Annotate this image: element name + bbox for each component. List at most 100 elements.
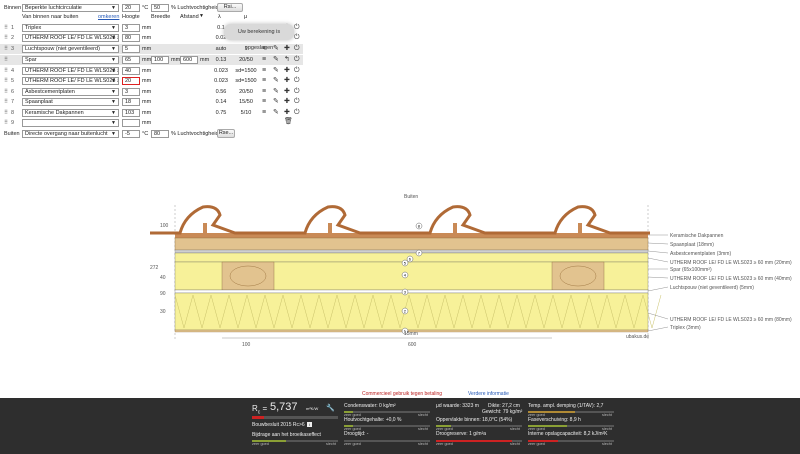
thickness-input[interactable] — [122, 119, 140, 127]
row-handle[interactable]: ⠿ — [4, 24, 8, 32]
rh-label: % Luchtvochtigheid — [171, 131, 219, 137]
thickness-input[interactable]: 103 — [122, 109, 140, 117]
thickness-unit: mm — [142, 68, 152, 74]
row-number: 8 — [11, 110, 15, 116]
warmte-text: Interne opslagcapaciteit: 8,2 kJ/m²K — [528, 431, 608, 437]
rsi-button[interactable]: Rsi... — [217, 3, 243, 12]
scale-good: zeer goed — [528, 413, 545, 417]
afstand-header: Afstand — [180, 14, 199, 20]
buiten-temp-input[interactable]: -5 — [122, 130, 140, 138]
pencil-icon[interactable]: ✎ — [273, 88, 279, 96]
material-select[interactable]: Spar ▼ — [22, 56, 119, 64]
power-icon[interactable]: ⏻ — [294, 88, 300, 96]
row-handle[interactable]: ⠿ — [4, 109, 8, 117]
add-icon[interactable]: ↰ — [284, 56, 290, 64]
thickness-input[interactable]: 3 — [122, 24, 140, 32]
rse-button[interactable]: Rse... — [217, 129, 235, 138]
pencil-icon[interactable]: ✎ — [273, 98, 279, 106]
droogtijd-text: Droogtijd: - — [344, 431, 369, 437]
material-select[interactable]: Asbestcementplaten ▼ — [22, 88, 119, 96]
lambda-value: 0.56 — [215, 89, 227, 95]
chevron-down-icon: ▼ — [111, 78, 116, 84]
add-icon[interactable]: ✚ — [284, 88, 290, 96]
thickness-input[interactable]: 40 — [122, 67, 140, 75]
menu-icon[interactable]: ≡ — [262, 109, 266, 117]
row-handle[interactable]: ⠿ — [4, 34, 8, 42]
info-icon[interactable]: i — [307, 422, 312, 427]
width-input[interactable]: 100 — [151, 56, 169, 64]
thickness-input[interactable]: 18 — [122, 98, 140, 106]
more-info-link[interactable]: Verdere informatie — [468, 390, 509, 398]
pencil-icon[interactable]: ✎ — [273, 77, 279, 85]
power-icon[interactable]: ⏻ — [294, 34, 300, 42]
menu-icon[interactable]: ≡ — [262, 77, 266, 85]
add-icon[interactable]: ✚ — [284, 109, 290, 117]
afstand-sort-icon[interactable]: ▼ — [199, 12, 204, 20]
tile-batten — [203, 223, 207, 233]
power-icon[interactable]: ⏻ — [294, 67, 300, 75]
distance-input[interactable]: 600 — [180, 56, 198, 64]
power-icon[interactable]: ⏻ — [294, 24, 300, 32]
power-icon[interactable]: ⏻ — [294, 77, 300, 85]
row-handle[interactable]: ⠿ — [4, 45, 8, 53]
material-select[interactable]: Luchtspouw (niet geventileerd) ▼ — [22, 45, 119, 53]
pencil-icon[interactable]: ✎ — [273, 45, 279, 53]
power-icon[interactable]: ⏻ — [294, 56, 300, 64]
add-icon[interactable]: ✚ — [284, 67, 290, 75]
add-icon[interactable]: ✚ — [284, 98, 290, 106]
thickness-input[interactable]: 80 — [122, 34, 140, 42]
chevron-down-icon: ▼ — [111, 46, 116, 52]
material-select[interactable]: Triplex ▼ — [22, 24, 119, 32]
row-handle[interactable]: ⠿ — [4, 56, 8, 64]
scale-bad: slecht — [602, 413, 612, 417]
row-handle[interactable]: ⠿ — [4, 67, 8, 75]
commercial-link[interactable]: Commercieel gebruik tegen betaling — [362, 390, 442, 398]
thickness-input[interactable]: 65 — [122, 56, 140, 64]
power-icon[interactable]: ⏻ — [294, 45, 300, 53]
thickness-unit: mm — [142, 25, 152, 31]
thickness-input[interactable]: 5 — [122, 45, 140, 53]
material-select[interactable]: Spaanplaat ▼ — [22, 98, 119, 106]
add-icon[interactable]: ✚ — [284, 77, 290, 85]
material-select[interactable]: ▼ — [22, 119, 119, 127]
scale-good: zeer goed — [528, 427, 545, 431]
thickness-unit: mm — [142, 110, 152, 116]
row-handle[interactable]: ⠿ — [4, 88, 8, 96]
material-select[interactable]: Keramische Dakpannen ▼ — [22, 109, 119, 117]
mu-value: 20/50 — [239, 89, 253, 95]
buiten-rh-input[interactable]: 80 — [151, 130, 169, 138]
thickness-input[interactable]: 20 — [122, 77, 140, 85]
power-icon[interactable]: ⏻ — [294, 98, 300, 106]
rh-label: % Luchtvochtigheid — [171, 5, 219, 11]
menu-icon[interactable]: ≡ — [262, 67, 266, 75]
scale-tick: 272 — [150, 265, 159, 271]
thickness-input[interactable]: 3 — [122, 88, 140, 96]
reverse-link[interactable]: omkeren — [98, 13, 119, 21]
pencil-icon[interactable]: ✎ — [273, 56, 279, 64]
thickness-unit: mm — [142, 35, 152, 41]
wrench-icon[interactable]: 🔧 — [326, 404, 335, 412]
pencil-icon[interactable]: ✎ — [273, 109, 279, 117]
buiten-climate-select[interactable]: Directe overgang naar buitenlucht ▼ — [22, 130, 119, 138]
menu-icon[interactable]: ≡ — [262, 98, 266, 106]
row-handle[interactable]: ⠿ — [4, 77, 8, 85]
watermark: ubakus.de — [626, 334, 649, 340]
binnen-rh-input[interactable]: 50 — [151, 4, 169, 12]
trash-icon[interactable]: 🗑 — [284, 118, 293, 126]
mu-value: sd=1500 — [235, 68, 257, 74]
chevron-down-icon: ▼ — [111, 68, 116, 74]
binnen-temp-input[interactable]: 20 — [122, 4, 140, 12]
material-select[interactable]: UTHERM ROOF LE/ FD LE WLS023 ≥ ▼ — [22, 67, 119, 75]
spaanplaat-layer — [174, 237, 649, 251]
binnen-climate-select[interactable]: Beperkte luchtcirculatie ▼ — [22, 4, 119, 12]
add-icon[interactable]: ✚ — [284, 45, 290, 53]
menu-icon[interactable]: ≡ — [262, 88, 266, 96]
lambda-header: λ — [218, 14, 221, 20]
row-handle[interactable]: ⠿ — [4, 98, 8, 106]
power-icon[interactable]: ⏻ — [294, 109, 300, 117]
menu-icon[interactable]: ≡ — [262, 56, 266, 64]
row-handle[interactable]: ⠿ — [4, 119, 8, 127]
material-select[interactable]: UTHERM ROOF LE/ FD LE WLS023 ≥ 60 ▼ — [22, 34, 119, 42]
pencil-icon[interactable]: ✎ — [273, 67, 279, 75]
material-select[interactable]: UTHERM ROOF LE/ FD LE WLS023 ≥ ▼ — [22, 77, 119, 85]
